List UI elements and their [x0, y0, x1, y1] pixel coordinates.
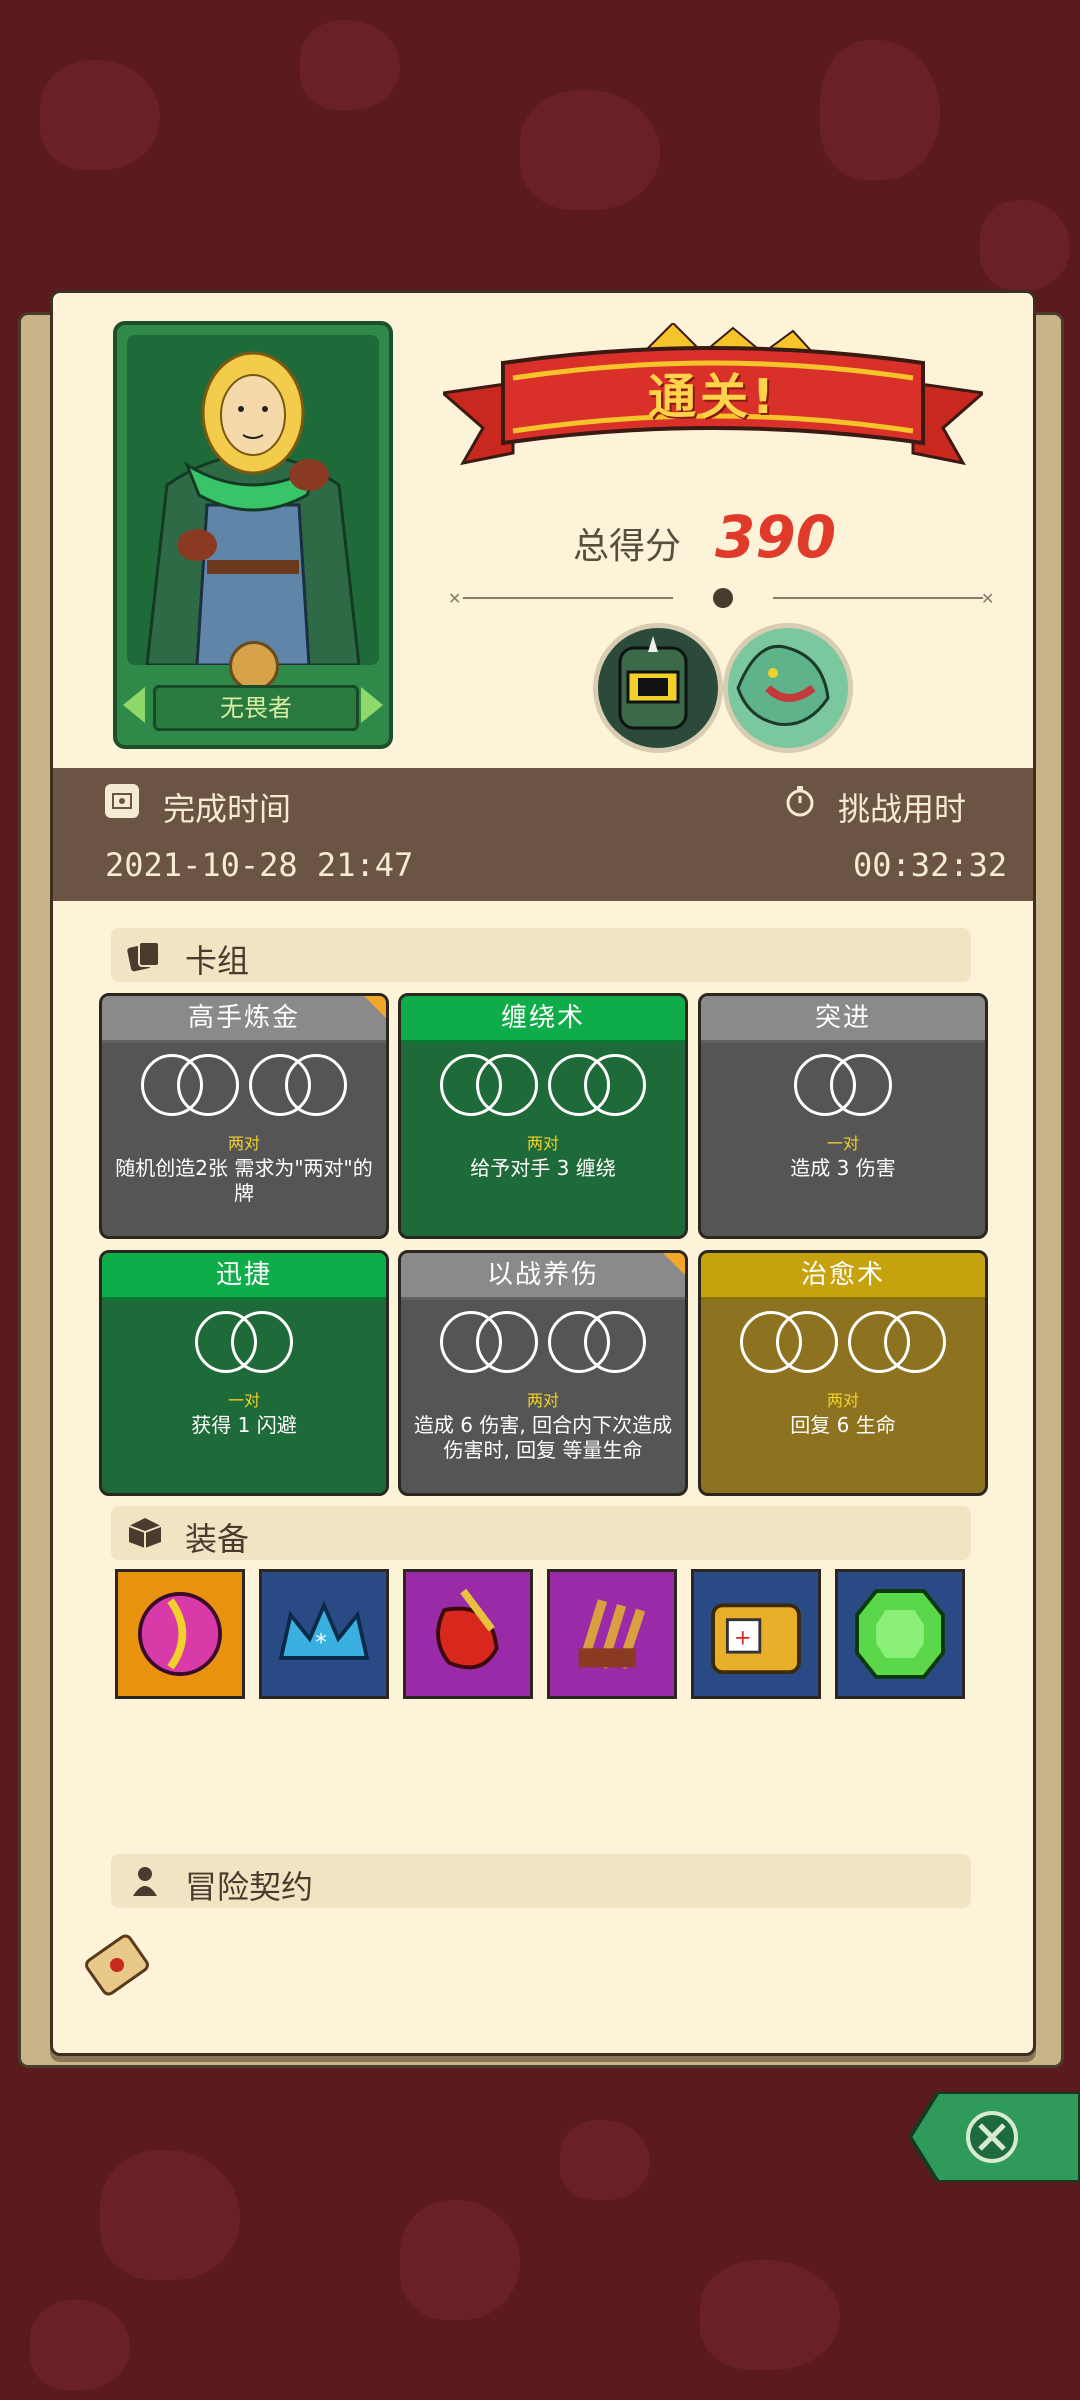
defeated-boss-knight[interactable]	[593, 623, 723, 753]
dice-slots	[401, 1054, 685, 1124]
equipment-slot[interactable]	[547, 1569, 677, 1699]
time-band: 完成时间 2021-10-28 21:47 挑战用时 00:32:32	[53, 768, 1033, 901]
card-description: 随机创造2张 需求为"两对"的牌	[115, 1156, 373, 1205]
card-description: 给予对手 3 缠绕	[470, 1156, 616, 1180]
dice-slot-ring	[884, 1311, 946, 1373]
card-title: 缠绕术	[401, 996, 685, 1043]
card-requirement: 一对	[227, 1391, 260, 1410]
card-requirement: 一对	[826, 1134, 859, 1153]
card-requirement: 两对	[526, 1134, 559, 1153]
dice-slots	[401, 1311, 685, 1381]
challenge-time-value: 00:32:32	[853, 846, 1008, 884]
dice-slot-ring	[476, 1311, 538, 1373]
deck-section-header: 卡组	[111, 928, 971, 982]
prev-hero-arrow-icon[interactable]	[123, 687, 145, 723]
hero-name: 无畏者	[153, 685, 359, 731]
card-requirement: 两对	[227, 1134, 260, 1153]
card-title: 迅捷	[102, 1253, 386, 1300]
card-title: 治愈术	[701, 1253, 985, 1300]
dice-slot-ring	[231, 1311, 293, 1373]
score-label: 总得分	[573, 526, 682, 567]
equipment-slot[interactable]: +	[691, 1569, 821, 1699]
hero-emblem-icon	[229, 641, 279, 691]
victory-title: 通关!	[648, 369, 778, 425]
claw-icon	[578, 1599, 646, 1669]
orb-icon	[138, 1592, 222, 1676]
gem-icon	[855, 1589, 945, 1679]
dice-slot-ring	[476, 1054, 538, 1116]
dice-slot-ring	[830, 1054, 892, 1116]
svg-text:✕: ✕	[448, 589, 461, 608]
dice-slot-ring	[177, 1054, 239, 1116]
card-title: 突进	[701, 996, 985, 1043]
contract-section-label: 冒险契约	[185, 1868, 314, 1906]
card-requirement: 两对	[526, 1391, 559, 1410]
deck-card[interactable]: 缠绕术两对给予对手 3 缠绕	[398, 993, 688, 1239]
equipment-slot[interactable]	[115, 1569, 245, 1699]
equipment-slot[interactable]: *	[259, 1569, 389, 1699]
dice-slots	[701, 1054, 985, 1124]
close-button[interactable]	[910, 2092, 1080, 2182]
contract-section-header: 冒险契约	[111, 1854, 971, 1908]
deck-card[interactable]: 治愈术两对回复 6 生命	[698, 1250, 988, 1496]
dice-slots	[102, 1311, 386, 1381]
ornament-divider: ✕ ✕	[448, 588, 994, 608]
box-icon	[128, 1518, 162, 1548]
dice-chest-icon: +	[711, 1603, 801, 1675]
result-panel: 无畏者 通关! 总得分 390 ✕ ✕ 完成时间 2021-10-28 21:4…	[50, 290, 1036, 2056]
deck-card[interactable]: 以战养伤两对造成 6 伤害, 回合内下次造成伤害时, 回复 等量生命	[398, 1250, 688, 1496]
film-icon	[105, 784, 139, 818]
complete-time-value: 2021-10-28 21:47	[105, 846, 414, 884]
deck-card[interactable]: 突进一对造成 3 伤害	[698, 993, 988, 1239]
cards-icon	[127, 941, 160, 972]
upgrade-corner-icon	[663, 1253, 685, 1275]
card-description: 获得 1 闪避	[191, 1413, 297, 1437]
challenge-time-label: 挑战用时	[838, 790, 967, 828]
card-requirement: 两对	[826, 1391, 859, 1410]
upgrade-corner-icon	[364, 996, 386, 1018]
dice-slot-ring	[584, 1054, 646, 1116]
person-icon	[133, 1867, 157, 1896]
svg-text:*: *	[315, 1630, 326, 1656]
dice-slots	[701, 1311, 985, 1381]
card-description: 回复 6 生命	[790, 1413, 896, 1437]
card-description: 造成 6 伤害, 回合内下次造成伤害时, 回复 等量生命	[413, 1413, 673, 1462]
dice-slots	[102, 1054, 386, 1124]
equipment-slot[interactable]	[403, 1569, 533, 1699]
equipment-section-label: 装备	[185, 1520, 250, 1558]
next-hero-arrow-icon[interactable]	[361, 687, 383, 723]
crown-icon: *	[278, 1600, 370, 1660]
card-title: 以战养伤	[401, 1253, 685, 1300]
contract-scroll-icon[interactable]	[77, 1925, 157, 2005]
dice-slot-ring	[776, 1311, 838, 1373]
dice-slot-ring	[584, 1311, 646, 1373]
card-title: 高手炼金	[102, 996, 386, 1043]
pepper-dagger-icon	[436, 1588, 499, 1670]
svg-text:✕: ✕	[981, 589, 994, 608]
complete-time-label: 完成时间	[163, 790, 292, 828]
card-description: 造成 3 伤害	[790, 1156, 896, 1180]
dice-slot-ring	[285, 1054, 347, 1116]
hero-card[interactable]: 无畏者	[113, 321, 393, 749]
score-value: 390	[715, 503, 837, 571]
equipment-slot[interactable]	[835, 1569, 965, 1699]
defeated-boss-dragon[interactable]	[723, 623, 853, 753]
deck-card[interactable]: 迅捷一对获得 1 闪避	[99, 1250, 389, 1496]
svg-text:+: +	[734, 1625, 752, 1649]
deck-section-label: 卡组	[185, 942, 250, 980]
victory-banner: 通关!	[439, 321, 987, 483]
deck-card[interactable]: 高手炼金两对随机创造2张 需求为"两对"的牌	[99, 993, 389, 1239]
stopwatch-icon	[783, 784, 817, 818]
hero-portrait	[127, 335, 379, 665]
equipment-section-header: 装备	[111, 1506, 971, 1560]
